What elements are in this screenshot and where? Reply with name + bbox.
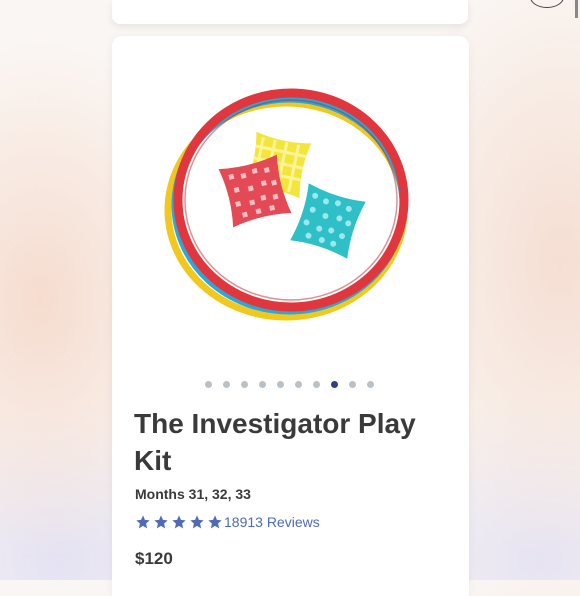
- star-icon: [190, 515, 204, 529]
- carousel-dot[interactable]: [367, 381, 374, 388]
- carousel-dot[interactable]: [259, 381, 266, 388]
- carousel-dot[interactable]: [313, 381, 320, 388]
- carousel-dot[interactable]: [277, 381, 284, 388]
- menu-circle-icon[interactable]: [530, 0, 564, 8]
- carousel-dot[interactable]: [349, 381, 356, 388]
- carousel-dot[interactable]: [205, 381, 212, 388]
- star-icon: [154, 515, 168, 529]
- carousel-dot[interactable]: [295, 381, 302, 388]
- scrollbar[interactable]: [575, 0, 578, 18]
- carousel-dot[interactable]: [331, 381, 338, 388]
- product-title: The Investigator Play Kit: [134, 408, 416, 476]
- product-price: $120: [135, 549, 173, 568]
- carousel-dots[interactable]: [205, 381, 374, 391]
- reviews-link[interactable]: 18913 Reviews: [224, 514, 320, 530]
- star-icon: [208, 515, 222, 529]
- rating-row[interactable]: 18913 Reviews: [135, 514, 320, 530]
- star-icon: [136, 515, 150, 529]
- top-bar-card: [112, 0, 578, 24]
- carousel-dot[interactable]: [241, 381, 248, 388]
- product-image[interactable]: [150, 72, 425, 337]
- star-icon: [172, 515, 186, 529]
- product-months: Months 31, 32, 33: [135, 486, 251, 502]
- star-rating: [135, 514, 223, 530]
- carousel-dot[interactable]: [223, 381, 230, 388]
